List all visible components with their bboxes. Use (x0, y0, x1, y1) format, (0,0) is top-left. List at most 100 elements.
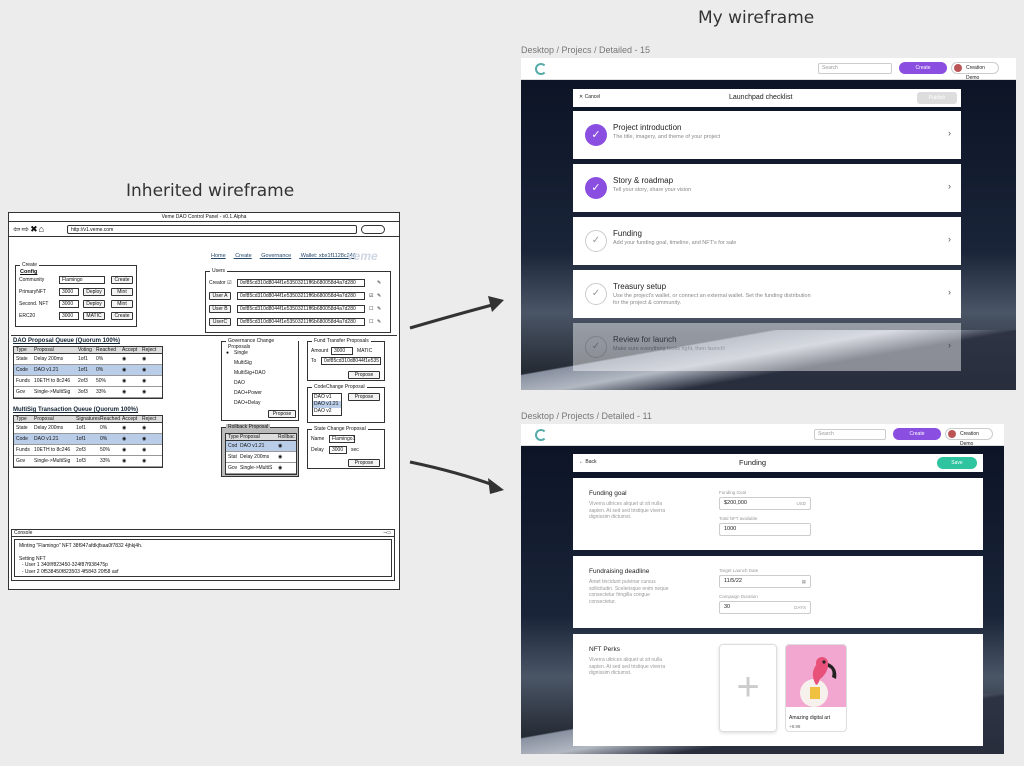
radio-icon[interactable]: ◉ (142, 436, 146, 442)
code-propose-button[interactable]: Propose (348, 393, 380, 401)
checklist-item[interactable]: ✓ Funding Add your funding goal, timeline,… (573, 217, 961, 265)
back-button[interactable]: ← Back (579, 459, 597, 465)
mint-button[interactable]: Mint (111, 288, 133, 296)
user-c-button[interactable]: UserC (209, 318, 231, 326)
link-governance[interactable]: Governance (261, 253, 291, 259)
table-row[interactable]: Gov Single->MultiSig 3of3 33% ◉ ◉ (14, 387, 162, 398)
matic-button[interactable]: MATIC (83, 312, 105, 320)
checklist-item[interactable]: ✓ Treasury setup Use the project's wallet,… (573, 270, 961, 318)
app-logo-icon[interactable] (535, 429, 547, 441)
user-address-field[interactable]: 0xf85cd310d8044f1e53503211ff6b680058d4a7… (237, 292, 365, 300)
second-nft-field[interactable]: 3000 (59, 300, 79, 308)
create-button[interactable]: Create (893, 428, 941, 440)
create-erc20-button[interactable]: Create (111, 312, 133, 320)
chevron-right-icon[interactable]: › (948, 181, 951, 191)
governance-option[interactable]: DAO+Power (226, 388, 266, 398)
browser-nav-icons[interactable]: ⇦⇨✖⌂ (13, 224, 45, 234)
user-address-field[interactable]: 0xf85cd310d8044f1e53503211ff6b680058d4a7… (237, 318, 365, 326)
url-field[interactable]: http://v1.veme.com (67, 225, 357, 234)
user-a-button[interactable]: User A (209, 292, 231, 300)
table-row[interactable]: Gov Single->MultiS ◉ (226, 463, 296, 474)
radio-icon[interactable]: ◉ (122, 458, 126, 464)
radio-icon[interactable]: ◉ (142, 425, 146, 431)
amount-field[interactable]: 3000 (331, 347, 353, 355)
delay-field[interactable]: 3000 (329, 446, 347, 454)
create-community-button[interactable]: Create (111, 276, 133, 284)
publish-button[interactable]: Publish (917, 92, 957, 104)
erc20-field[interactable]: 3000 (59, 312, 79, 320)
nft-card[interactable]: Amazing digital art +8.99 (785, 644, 847, 732)
deploy-button[interactable]: Deploy (83, 288, 105, 296)
user-checkbox[interactable]: ☐ (369, 319, 373, 325)
cancel-button[interactable]: ✕ Cancel (579, 94, 600, 100)
total-nft-field[interactable]: 1000 (719, 523, 811, 536)
radio-icon[interactable]: ◉ (142, 447, 146, 453)
search-input[interactable]: Search (818, 63, 892, 74)
version-item[interactable]: DAO v2 (313, 408, 341, 415)
radio-icon[interactable]: ◉ (142, 356, 146, 362)
version-list[interactable]: DAO v1 DAO v1.21 DAO v2 (312, 393, 342, 416)
user-menu[interactable]: Creation Demo (945, 428, 993, 447)
radio-icon[interactable]: ◉ (142, 378, 146, 384)
radio-icon[interactable]: ◉ (142, 458, 146, 464)
name-field[interactable]: Flamingo1 (329, 435, 355, 443)
radio-icon[interactable]: ◉ (122, 447, 126, 453)
radio-icon[interactable]: ◉ (142, 389, 146, 395)
table-row[interactable]: State Delay 200ms 1of1 0% ◉ ◉ (14, 423, 162, 434)
checklist-item[interactable]: ✓ Story & roadmap Tell your story, share y… (573, 164, 961, 212)
app-logo-icon[interactable] (535, 63, 547, 75)
state-propose-button[interactable]: Propose (348, 459, 380, 467)
user-menu[interactable]: Creation Demo (951, 62, 999, 81)
user-b-button[interactable]: User B (209, 305, 231, 313)
primary-nft-field[interactable]: 3000 (59, 288, 79, 296)
table-row[interactable]: Stat Delay 200ms ◉ (226, 452, 296, 463)
table-row[interactable]: Cod DAO v1.21 ◉ (226, 441, 296, 452)
table-row[interactable]: Code DAO v1.21 1of1 0% ◉ ◉ (14, 434, 162, 445)
checklist-item[interactable]: ✓ Project introduction The title, imagery,… (573, 111, 961, 159)
window-controls-icon[interactable]: –▭ (383, 530, 391, 536)
search-icon[interactable] (361, 225, 385, 234)
user-address-field[interactable]: 0xf85cd310d8044f1e53503211ff6b680058d4a7… (237, 305, 365, 313)
save-button[interactable]: Save (937, 457, 977, 469)
governance-option[interactable]: MultiSig+DAO (226, 368, 266, 378)
edit-icon[interactable]: ✎ (377, 280, 381, 286)
radio-icon[interactable]: ◉ (278, 443, 282, 449)
version-item[interactable]: DAO v1.21 (313, 401, 341, 408)
table-row[interactable]: Code DAO v1.21 1of1 0% ◉ ◉ (14, 365, 162, 376)
chevron-right-icon[interactable]: › (948, 128, 951, 138)
fund-propose-button[interactable]: Propose (348, 371, 380, 379)
add-nft-card[interactable]: + (719, 644, 777, 732)
deploy-button[interactable]: Deploy (83, 300, 105, 308)
edit-icon[interactable]: ✎ (377, 306, 381, 312)
governance-propose-button[interactable]: Propose (268, 410, 296, 418)
checklist-item[interactable]: ✓ Review for launch Make sure everything l… (573, 323, 961, 371)
to-address-field[interactable]: 0xf85cd310d8044f1e535 (321, 357, 381, 365)
radio-icon[interactable]: ◉ (122, 356, 126, 362)
governance-option[interactable]: ● Single (226, 348, 266, 358)
edit-icon[interactable]: ✎ (377, 293, 381, 299)
edit-icon[interactable]: ✎ (377, 319, 381, 325)
governance-option[interactable]: DAO+Delay (226, 398, 266, 408)
link-home[interactable]: Home (211, 253, 226, 259)
governance-option[interactable]: MultiSig (226, 358, 266, 368)
table-row[interactable]: State Delay 200ms 1of1 0% ◉ ◉ (14, 354, 162, 365)
chevron-right-icon[interactable]: › (948, 287, 951, 297)
governance-option[interactable]: DAO (226, 378, 266, 388)
radio-icon[interactable]: ◉ (122, 425, 126, 431)
radio-icon[interactable]: ◉ (278, 454, 282, 460)
campaign-duration-field[interactable]: 30 DAYS (719, 601, 811, 614)
user-checkbox[interactable]: ☑ (227, 280, 231, 286)
table-row[interactable]: Funds 10ETH to 8c246 2of3 50% ◉ ◉ (14, 445, 162, 456)
table-row[interactable]: Funds 10ETH to 8c246 2of3 50% ◉ ◉ (14, 376, 162, 387)
user-address-field[interactable]: 0xf85cd310d8044f1e53503211ff6b680058d4a7… (237, 279, 365, 287)
user-checkbox[interactable]: ☐ (369, 306, 373, 312)
radio-icon[interactable]: ◉ (122, 389, 126, 395)
link-create[interactable]: Create (235, 253, 252, 259)
radio-icon[interactable]: ◉ (122, 367, 126, 373)
chevron-right-icon[interactable]: › (948, 234, 951, 244)
radio-icon[interactable]: ◉ (142, 367, 146, 373)
create-button[interactable]: Create (899, 62, 947, 74)
calendar-icon[interactable]: ▦ (802, 576, 806, 587)
version-item[interactable]: DAO v1 (313, 394, 341, 401)
radio-icon[interactable]: ◉ (122, 378, 126, 384)
